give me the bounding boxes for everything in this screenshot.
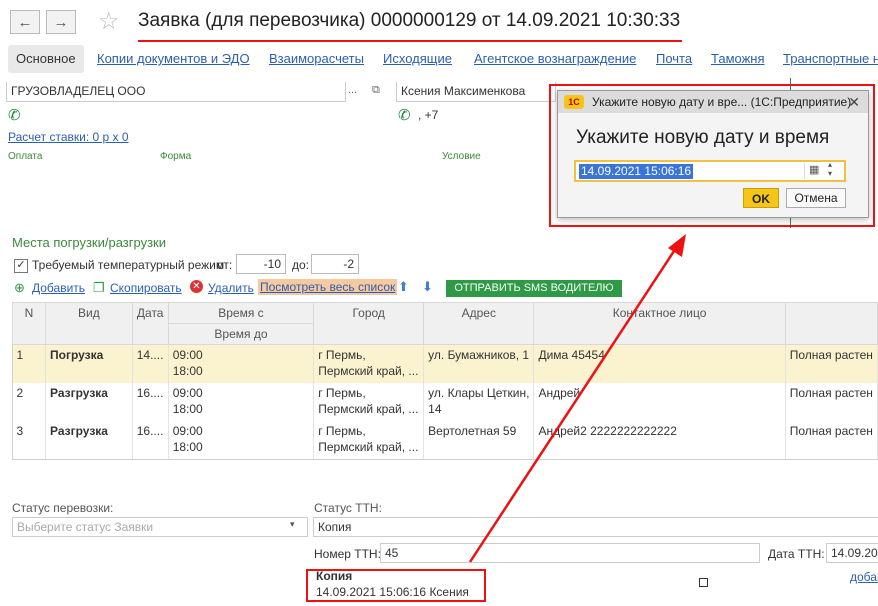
- arrow-line: [468, 247, 678, 563]
- annotation-arrow: [468, 234, 686, 563]
- arrow-head: [668, 234, 686, 257]
